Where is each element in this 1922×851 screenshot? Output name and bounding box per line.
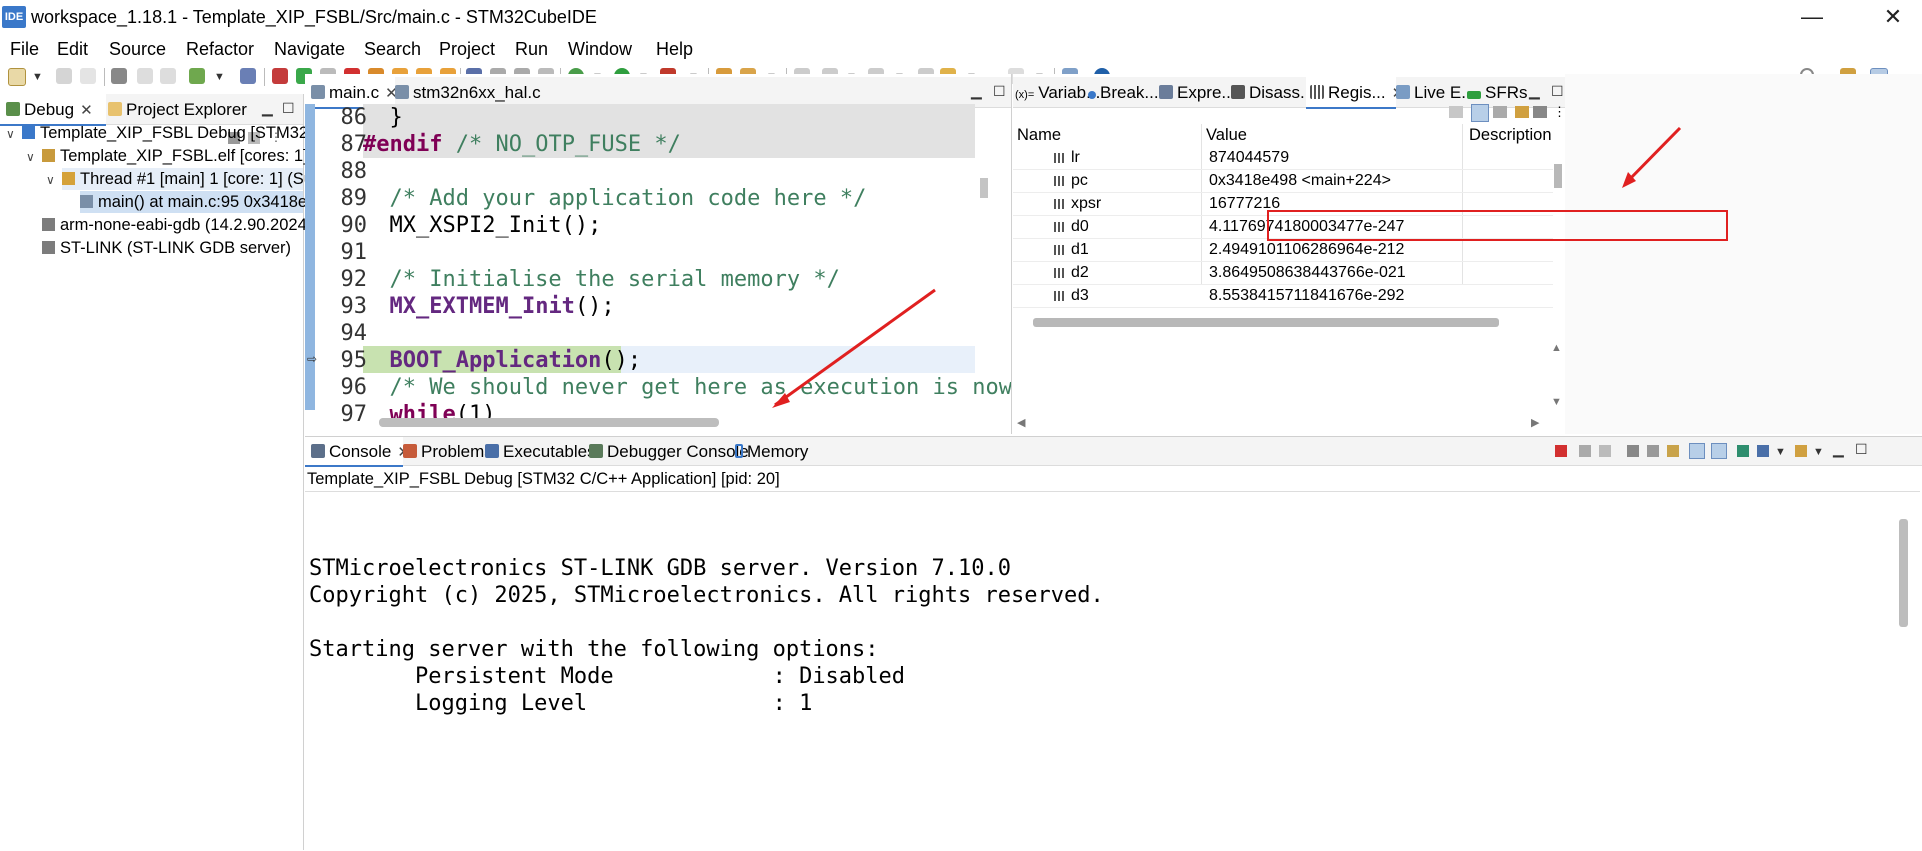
arrow-to-boot-application	[774, 288, 936, 407]
annotation-arrows	[772, 126, 1682, 408]
arrow-to-pc-register	[1623, 126, 1682, 186]
